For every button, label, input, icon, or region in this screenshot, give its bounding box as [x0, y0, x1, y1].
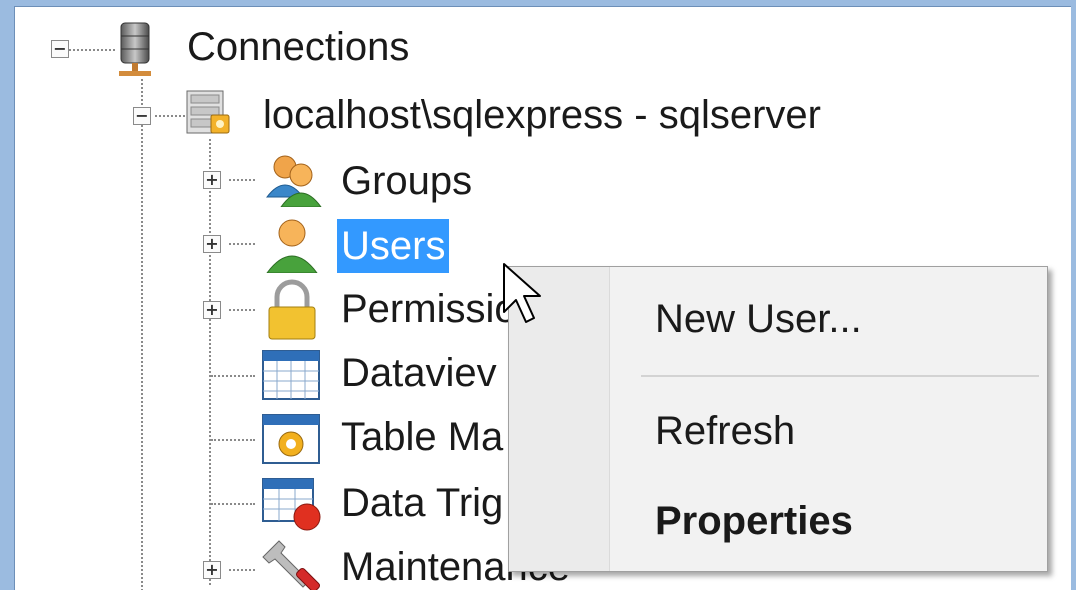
context-menu: New User... Refresh Properties [508, 266, 1048, 572]
tree-connector [65, 49, 115, 51]
tree-connector [141, 79, 143, 109]
tree-connector [209, 139, 211, 585]
expand-toggle-maintenance[interactable]: + [203, 561, 221, 579]
tree-connector [229, 179, 255, 181]
tree-connector [229, 569, 255, 571]
table-manager-icon [262, 414, 320, 464]
collapse-toggle-server[interactable]: − [133, 107, 151, 125]
tree-node-server[interactable]: localhost\sqlexpress - sqlserver [259, 91, 825, 139]
menu-item-refresh[interactable]: Refresh [655, 407, 795, 455]
tree-connector [211, 503, 255, 505]
tree-node-dataviews[interactable]: Dataviev [337, 349, 501, 397]
menu-item-new-user[interactable]: New User... [655, 295, 862, 343]
expand-toggle-permissions[interactable]: + [203, 301, 221, 319]
mouse-pointer-icon [503, 263, 541, 323]
lock-icon [268, 279, 316, 340]
dataview-icon [262, 350, 320, 400]
tree-connector [229, 243, 255, 245]
database-server-icon [119, 22, 151, 76]
tree-connector [211, 439, 255, 441]
tree-connector [229, 309, 255, 311]
tree-connector [141, 125, 143, 590]
tree-node-connections[interactable]: Connections [183, 23, 413, 71]
tree-node-permissions[interactable]: Permissio [337, 285, 521, 333]
tree-node-users[interactable]: Users [337, 219, 450, 273]
tree-connector [155, 115, 185, 117]
menu-separator [641, 375, 1039, 377]
menu-item-properties[interactable]: Properties [655, 497, 853, 545]
user-icon [266, 219, 318, 273]
tree-node-groups[interactable]: Groups [337, 157, 476, 205]
server-icon [186, 90, 230, 134]
maintenance-icon [262, 540, 320, 590]
tree-connector [211, 375, 255, 377]
expand-toggle-groups[interactable]: + [203, 171, 221, 189]
groups-icon [265, 155, 322, 207]
expand-toggle-users[interactable]: + [203, 235, 221, 253]
data-trigger-icon [262, 478, 321, 531]
collapse-toggle-connections[interactable]: − [51, 40, 69, 58]
tree-node-table-manager[interactable]: Table Ma [337, 413, 507, 461]
tree-node-data-triggers[interactable]: Data Trig [337, 479, 507, 527]
